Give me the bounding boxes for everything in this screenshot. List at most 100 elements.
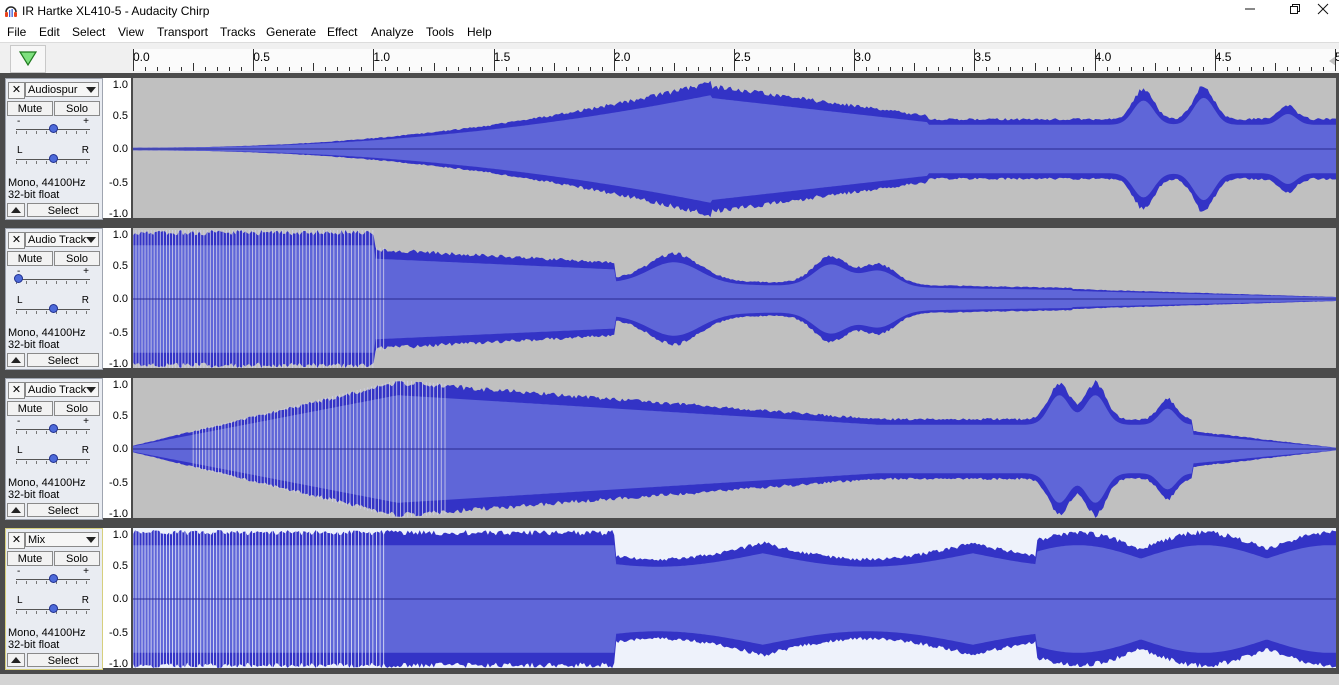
gain-knob[interactable] — [14, 274, 23, 283]
track-name-menu[interactable]: Audio Track — [25, 382, 99, 397]
mute-button[interactable]: Mute — [7, 551, 53, 566]
ruler-tick — [157, 67, 159, 71]
ruler-tick — [553, 63, 555, 71]
close-track-button[interactable]: ✕ — [8, 532, 25, 549]
gain-ticks — [16, 281, 90, 284]
waveform[interactable] — [133, 78, 1336, 218]
horizontal-scroll-area[interactable] — [0, 674, 1339, 685]
track-control-panel[interactable]: ✕ Mix Mute Solo - + L R Mono, 44100Hz 32… — [5, 528, 103, 670]
mute-button[interactable]: Mute — [7, 101, 53, 116]
amplitude-label: 0.0 — [112, 293, 128, 305]
menu-file[interactable]: File — [7, 25, 26, 39]
menu-tracks[interactable]: Tracks — [220, 25, 256, 39]
amplitude-label: 0.5 — [112, 410, 128, 422]
mute-button[interactable]: Mute — [7, 251, 53, 266]
menu-select[interactable]: Select — [72, 25, 105, 39]
solo-button[interactable]: Solo — [54, 551, 100, 566]
ruler-tick — [1082, 67, 1084, 71]
pan-slider[interactable]: L R — [16, 595, 90, 615]
collapse-track-button[interactable] — [7, 353, 25, 367]
ruler-tick — [445, 67, 447, 71]
play-button[interactable] — [10, 45, 46, 73]
select-track-button[interactable]: Select — [27, 203, 99, 217]
mute-button[interactable]: Mute — [7, 401, 53, 416]
pan-knob[interactable] — [49, 304, 58, 313]
collapse-track-button[interactable] — [7, 203, 25, 217]
ruler-tick — [1058, 67, 1060, 71]
amplitude-label: 0.5 — [112, 110, 128, 122]
waveform[interactable] — [133, 528, 1336, 668]
menu-help[interactable]: Help — [467, 25, 492, 39]
menu-transport[interactable]: Transport — [157, 25, 208, 39]
close-track-button[interactable]: ✕ — [8, 232, 25, 249]
solo-button[interactable]: Solo — [54, 101, 100, 116]
pan-left-label: L — [17, 145, 23, 156]
gain-slider[interactable]: - + — [16, 416, 90, 435]
track-name-menu[interactable]: Audio Track — [25, 232, 99, 247]
minimize-button[interactable] — [1227, 0, 1273, 22]
audio-track[interactable]: ✕ Audio Track Mute Solo - + L R Mono, 44… — [0, 226, 1339, 370]
audio-track[interactable]: ✕ Audio Track Mute Solo - + L R Mono, 44… — [0, 376, 1339, 520]
gain-knob[interactable] — [49, 424, 58, 433]
audio-track[interactable]: ✕ Mix Mute Solo - + L R Mono, 44100Hz 32… — [0, 526, 1339, 670]
ruler-tick — [1178, 67, 1180, 71]
ruler-tick — [337, 67, 339, 71]
select-track-button[interactable]: Select — [27, 503, 99, 517]
pan-slider[interactable]: L R — [16, 445, 90, 465]
ruler-tick — [349, 67, 351, 71]
pan-slider[interactable]: L R — [16, 295, 90, 315]
ruler-tick — [385, 67, 387, 71]
solo-button[interactable]: Solo — [54, 401, 100, 416]
select-track-button[interactable]: Select — [27, 653, 99, 667]
pan-knob[interactable] — [49, 154, 58, 163]
ruler-tick — [625, 67, 627, 71]
ruler-tick — [325, 67, 327, 71]
gain-slider[interactable]: - + — [16, 116, 90, 135]
pan-knob[interactable] — [49, 604, 58, 613]
waveform[interactable] — [133, 228, 1336, 368]
amplitude-ruler: 1.0 0.5 0.0 -0.5 -1.0 — [103, 228, 131, 370]
ruler-tick — [517, 67, 519, 71]
pan-right-label: R — [81, 445, 89, 456]
ruler-tick — [758, 67, 760, 71]
ruler-label: 4.0 — [1094, 50, 1112, 64]
track-name-menu[interactable]: Audiospur — [25, 82, 99, 97]
close-track-button[interactable]: ✕ — [8, 382, 25, 399]
gain-knob[interactable] — [49, 124, 58, 133]
gain-slider[interactable]: - + — [16, 566, 90, 585]
track-control-panel[interactable]: ✕ Audio Track Mute Solo - + L R Mono, 44… — [5, 378, 103, 520]
ruler-tick — [1298, 67, 1300, 71]
ruler-tick — [1166, 67, 1168, 71]
close-window-button[interactable] — [1300, 0, 1339, 22]
timeline-ruler[interactable]: 0.00.51.01.52.02.53.03.54.04.55.0 — [133, 49, 1339, 71]
ruler-tick — [1070, 67, 1072, 71]
menu-bar: File Edit Select View Transport Tracks G… — [0, 22, 1339, 42]
amplitude-label: -0.5 — [109, 327, 128, 339]
collapse-track-button[interactable] — [7, 503, 25, 517]
gain-slider[interactable]: - + — [14, 266, 90, 285]
track-control-panel[interactable]: ✕ Audiospur Mute Solo - + L R Mono, 4410… — [5, 78, 103, 220]
menu-effect[interactable]: Effect — [327, 25, 357, 39]
ruler-tick — [169, 67, 171, 71]
select-track-button[interactable]: Select — [27, 353, 99, 367]
solo-button[interactable]: Solo — [54, 251, 100, 266]
gain-plus-label: + — [83, 266, 89, 277]
audio-track[interactable]: ✕ Audiospur Mute Solo - + L R Mono, 4410… — [0, 76, 1339, 220]
pan-knob[interactable] — [49, 454, 58, 463]
menu-analyze[interactable]: Analyze — [371, 25, 414, 39]
waveform[interactable] — [133, 378, 1336, 518]
track-name-menu[interactable]: Mix — [25, 532, 99, 547]
menu-view[interactable]: View — [118, 25, 144, 39]
gain-knob[interactable] — [49, 574, 58, 583]
ruler-tick — [1022, 67, 1024, 71]
menu-edit[interactable]: Edit — [39, 25, 60, 39]
menu-tools[interactable]: Tools — [426, 25, 454, 39]
track-control-panel[interactable]: ✕ Audio Track Mute Solo - + L R Mono, 44… — [5, 228, 103, 370]
minimize-icon — [1245, 8, 1255, 10]
pan-right-label: R — [81, 295, 89, 306]
amplitude-label: 0.5 — [112, 560, 128, 572]
pan-slider[interactable]: L R — [16, 145, 90, 165]
menu-generate[interactable]: Generate — [266, 25, 316, 39]
close-track-button[interactable]: ✕ — [8, 82, 25, 99]
collapse-track-button[interactable] — [7, 653, 25, 667]
